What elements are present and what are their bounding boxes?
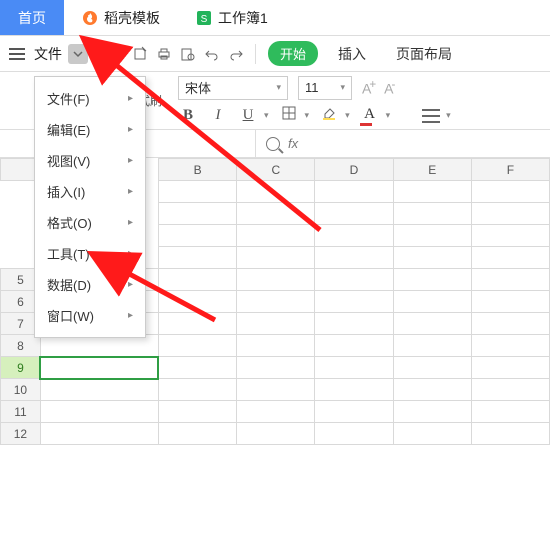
- menu-item-file-label: 文件(F): [47, 89, 90, 108]
- ribbon-tab-start-label: 开始: [280, 47, 306, 62]
- menu-item-data-label: 数据(D): [47, 275, 91, 294]
- menu-item-view-label: 视图(V): [47, 151, 90, 170]
- font-size-value: 11: [305, 80, 319, 95]
- separator: [96, 44, 97, 64]
- svg-text:S: S: [201, 14, 208, 25]
- menu-item-file[interactable]: 文件(F) ▸: [35, 83, 145, 114]
- align-button[interactable]: [422, 109, 440, 123]
- border-button[interactable]: [279, 106, 299, 125]
- chevron-right-icon: ▸: [128, 310, 133, 321]
- row-header-10[interactable]: 10: [1, 379, 41, 401]
- menu-item-insert[interactable]: 插入(I) ▸: [35, 176, 145, 207]
- print-icon[interactable]: [153, 43, 175, 65]
- file-dropdown-menu: 文件(F) ▸ 编辑(E) ▸ 视图(V) ▸ 插入(I) ▸ 格式(O) ▸ 工具(T)…: [34, 76, 146, 338]
- tab-template[interactable]: 稻壳模板: [64, 0, 178, 35]
- chevron-right-icon: ▸: [128, 93, 133, 104]
- fx-label: fx: [288, 136, 298, 151]
- chevron-down-icon: ▾: [305, 110, 310, 121]
- save-as-icon[interactable]: [129, 43, 151, 65]
- underline-button[interactable]: U: [238, 107, 258, 124]
- ribbon-tab-insert[interactable]: 插入: [324, 44, 380, 64]
- chevron-right-icon: ▸: [128, 279, 133, 290]
- chevron-right-icon: ▸: [128, 186, 133, 197]
- chevron-down-icon: [73, 49, 83, 59]
- tab-workbook1[interactable]: S 工作簿1: [178, 0, 286, 35]
- font-color-button[interactable]: A: [360, 106, 380, 126]
- col-header-f[interactable]: F: [471, 159, 549, 181]
- font-size-select[interactable]: 11 ▾: [298, 76, 352, 100]
- row-header-9[interactable]: 9: [1, 357, 41, 379]
- row-header-12[interactable]: 12: [1, 423, 41, 445]
- col-header-d[interactable]: D: [315, 159, 393, 181]
- menu-item-edit[interactable]: 编辑(E) ▸: [35, 114, 145, 145]
- tab-home-label: 首页: [18, 8, 46, 28]
- undo-icon[interactable]: [201, 43, 223, 65]
- chevron-down-icon: ▾: [276, 82, 281, 93]
- font-name-select[interactable]: 宋体 ▾: [178, 76, 288, 100]
- separator: [255, 44, 256, 64]
- italic-button[interactable]: I: [208, 107, 228, 124]
- flame-icon: [82, 10, 98, 26]
- menu-item-view[interactable]: 视图(V) ▸: [35, 145, 145, 176]
- menu-item-window[interactable]: 窗口(W) ▸: [35, 300, 145, 331]
- tab-home[interactable]: 首页: [0, 0, 64, 35]
- menu-item-edit-label: 编辑(E): [47, 120, 90, 139]
- redo-icon[interactable]: [225, 43, 247, 65]
- tab-workbook1-label: 工作簿1: [218, 8, 268, 28]
- fill-color-button[interactable]: [319, 106, 339, 125]
- menu-item-insert-label: 插入(I): [47, 182, 85, 201]
- bold-button[interactable]: B: [178, 107, 198, 124]
- menu-item-tools-label: 工具(T): [47, 244, 90, 263]
- tab-template-label: 稻壳模板: [104, 8, 160, 28]
- file-button-label: 文件: [34, 44, 62, 64]
- chevron-down-icon: ▾: [340, 82, 345, 93]
- save-icon[interactable]: [105, 43, 127, 65]
- col-header-c[interactable]: C: [237, 159, 315, 181]
- quick-access-bar: 文件 开始 插入 页面布局: [0, 36, 550, 72]
- col-header-e[interactable]: E: [393, 159, 471, 181]
- chevron-down-icon: ▾: [264, 110, 269, 121]
- chevron-right-icon: ▸: [128, 217, 133, 228]
- font-name-value: 宋体: [185, 78, 211, 97]
- spreadsheet-icon: S: [196, 10, 212, 26]
- col-header-b[interactable]: B: [158, 159, 236, 181]
- chevron-down-icon: ▾: [446, 110, 451, 121]
- menu-item-format[interactable]: 格式(O) ▸: [35, 207, 145, 238]
- chevron-right-icon: ▸: [128, 248, 133, 259]
- chevron-down-icon: ▾: [345, 110, 350, 121]
- increase-font-icon[interactable]: A+: [362, 78, 374, 97]
- chevron-right-icon: ▸: [128, 124, 133, 135]
- menu-icon[interactable]: [6, 43, 28, 65]
- ribbon-tab-insert-label: 插入: [338, 46, 366, 62]
- menu-item-data[interactable]: 数据(D) ▸: [35, 269, 145, 300]
- file-button[interactable]: 文件: [30, 44, 66, 64]
- ribbon-tab-pagelayout-label: 页面布局: [396, 46, 452, 62]
- decrease-font-icon[interactable]: A-: [384, 78, 393, 97]
- ribbon-tab-start[interactable]: 开始: [268, 41, 318, 66]
- menu-item-format-label: 格式(O): [47, 213, 92, 232]
- print-preview-icon[interactable]: [177, 43, 199, 65]
- file-dropdown-button[interactable]: [68, 44, 88, 64]
- active-cell[interactable]: [40, 357, 158, 379]
- menu-item-window-label: 窗口(W): [47, 306, 94, 325]
- chevron-down-icon: ▾: [386, 110, 391, 121]
- chevron-right-icon: ▸: [128, 155, 133, 166]
- row-header-11[interactable]: 11: [1, 401, 41, 423]
- search-icon[interactable]: [266, 137, 280, 151]
- document-tabs: 首页 稻壳模板 S 工作簿1: [0, 0, 550, 36]
- menu-item-tools[interactable]: 工具(T) ▸: [35, 238, 145, 269]
- ribbon-tab-pagelayout[interactable]: 页面布局: [382, 44, 466, 64]
